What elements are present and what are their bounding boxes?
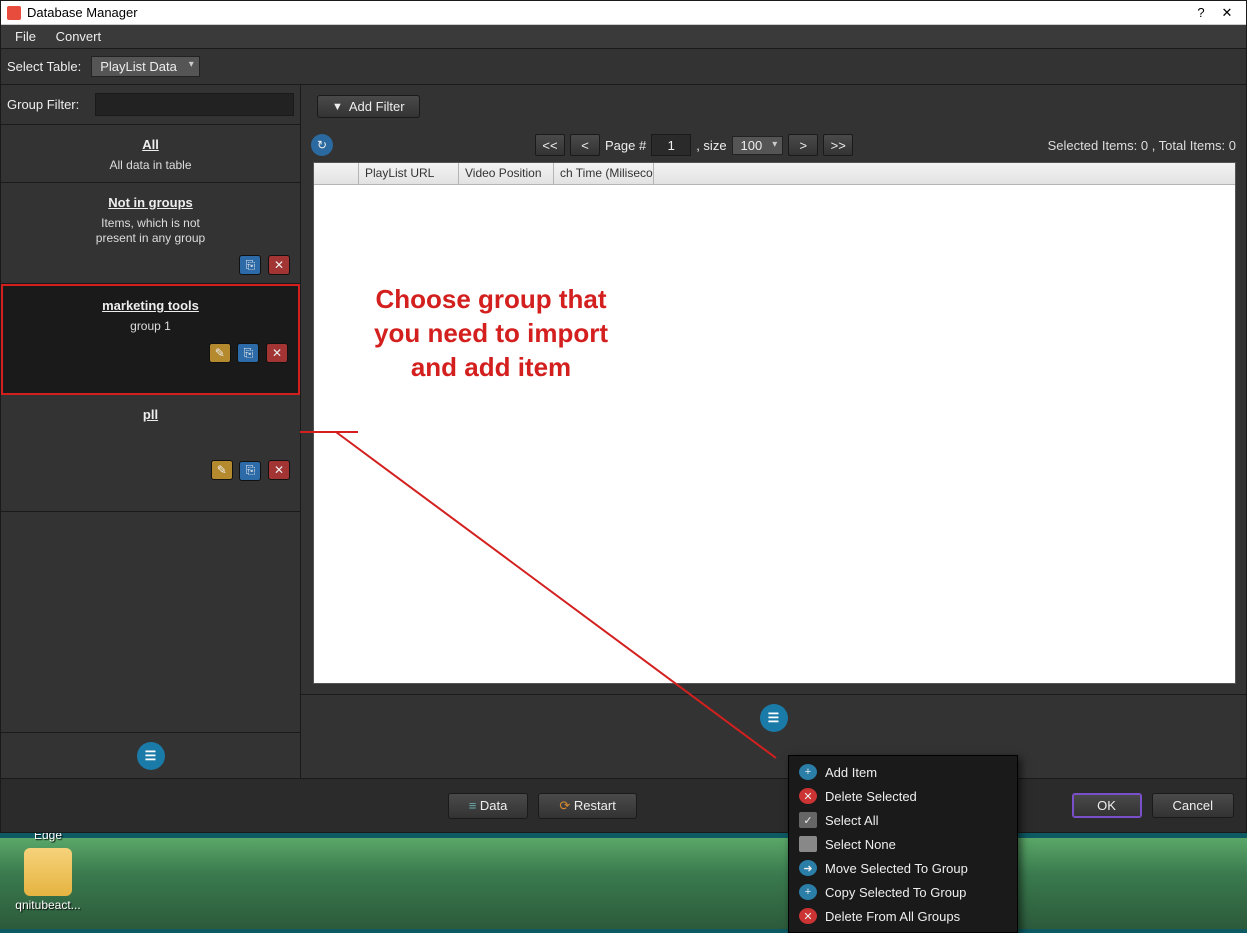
group-filter-row: Group Filter: [1,85,300,125]
group-all[interactable]: All All data in table [1,125,300,183]
data-button[interactable]: ≡ Data [448,793,529,819]
menu-file[interactable]: File [7,29,44,44]
delete-icon[interactable]: ✕ [268,255,290,275]
ctx-copy-to-group[interactable]: +Copy Selected To Group [789,880,1017,904]
context-menu: +Add Item ✕Delete Selected ✓Select All S… [788,755,1018,933]
folder-icon [24,848,72,896]
page-size-dropdown[interactable]: 100 [732,136,784,155]
annotation-text: Choose group that you need to import and… [374,283,608,384]
group-subtitle: All data in table [11,158,290,174]
add-filter-button[interactable]: ▼ Add Filter [317,95,420,118]
group-title: Not in groups [11,195,290,210]
arrow-icon: ➜ [799,860,817,876]
pager: ↻ << < Page # , size 100 > >> Selected I… [301,128,1246,162]
x-icon: ✕ [799,908,817,924]
copy-icon[interactable]: ⎘ [237,343,259,363]
th-video-position[interactable]: Video Position [459,163,554,184]
main-panel: ▼ Add Filter ↻ << < Page # , size 100 > … [301,85,1246,778]
plus-icon: + [799,764,817,780]
delete-icon[interactable]: ✕ [266,343,288,363]
refresh-button[interactable]: ↻ [311,134,333,156]
select-table-label: Select Table: [7,59,81,74]
th-checkbox[interactable] [314,163,359,184]
group-subtitle-line1: Items, which is not [11,216,290,232]
select-table-bar: Select Table: PlayList Data [1,49,1246,85]
group-pll[interactable]: pll ✎ ⎘ ✕ [1,395,300,512]
select-table-value: PlayList Data [100,59,177,74]
th-time-ms[interactable]: ch Time (Milisecond [554,163,654,184]
group-not-in-groups[interactable]: Not in groups Items, which is not presen… [1,183,300,285]
delete-icon[interactable]: ✕ [268,460,290,480]
group-filter-label: Group Filter: [7,97,95,112]
menu-convert[interactable]: Convert [48,29,110,44]
ctx-select-all[interactable]: ✓Select All [789,808,1017,832]
titlebar: Database Manager ? ✕ [1,1,1246,25]
restart-icon: ⟳ [559,798,570,813]
desktop-label: qnitubeact... [8,898,88,912]
group-title: All [11,137,290,152]
desktop-ground [0,838,1247,929]
main-window: Database Manager ? ✕ File Convert Select… [0,0,1247,833]
help-button[interactable]: ? [1188,1,1214,25]
app-icon [7,6,21,20]
blank-icon [799,836,817,852]
ctx-delete-from-all[interactable]: ✕Delete From All Groups [789,904,1017,928]
sidebar: Group Filter: All All data in table Not … [1,85,301,778]
ctx-delete-selected[interactable]: ✕Delete Selected [789,784,1017,808]
cancel-button[interactable]: Cancel [1152,793,1234,818]
select-table-dropdown[interactable]: PlayList Data [91,56,200,77]
group-subtitle-line2: present in any group [11,231,290,247]
edit-icon[interactable]: ✎ [209,343,231,363]
add-filter-label: Add Filter [349,99,405,114]
page-prev-button[interactable]: < [570,134,600,156]
close-button[interactable]: ✕ [1214,1,1240,25]
group-marketing-tools[interactable]: marketing tools group 1 ✎ ⎘ ✕ [1,284,300,395]
bottom-bar: ≡ Data ⟳ Restart OK Cancel [1,778,1246,832]
window-title: Database Manager [27,1,138,25]
copy-icon[interactable]: ⎘ [239,461,261,481]
restart-button[interactable]: ⟳ Restart [538,793,636,819]
page-last-button[interactable]: >> [823,134,853,156]
sidebar-list-button[interactable]: ☰ [137,742,165,770]
data-table: PlayList URL Video Position ch Time (Mil… [313,162,1236,684]
x-icon: ✕ [799,788,817,804]
plus-icon: + [799,884,817,900]
copy-icon[interactable]: ⎘ [239,255,261,275]
main-list-button[interactable]: ☰ [760,704,788,732]
table-header: PlayList URL Video Position ch Time (Mil… [314,163,1235,185]
page-number-input[interactable] [651,134,691,156]
menubar: File Convert [1,25,1246,49]
size-label: , size [696,138,726,153]
desktop-icon-folder[interactable]: qnitubeact... [8,848,88,912]
th-playlist-url[interactable]: PlayList URL [359,163,459,184]
page-next-button[interactable]: > [788,134,818,156]
group-filter-input[interactable] [95,93,294,116]
page-label: Page # [605,138,646,153]
item-count-status: Selected Items: 0 , Total Items: 0 [1048,138,1236,153]
page-first-button[interactable]: << [535,134,565,156]
group-subtitle: group 1 [13,319,288,335]
group-title: pll [11,407,290,422]
group-title: marketing tools [13,298,288,313]
ctx-move-to-group[interactable]: ➜Move Selected To Group [789,856,1017,880]
ctx-add-item[interactable]: +Add Item [789,760,1017,784]
database-icon: ≡ [469,798,477,813]
page-size-value: 100 [741,138,763,153]
edit-icon[interactable]: ✎ [211,460,233,480]
ok-button[interactable]: OK [1072,793,1142,818]
ctx-select-none[interactable]: Select None [789,832,1017,856]
check-icon: ✓ [799,812,817,828]
funnel-icon: ▼ [332,101,343,113]
